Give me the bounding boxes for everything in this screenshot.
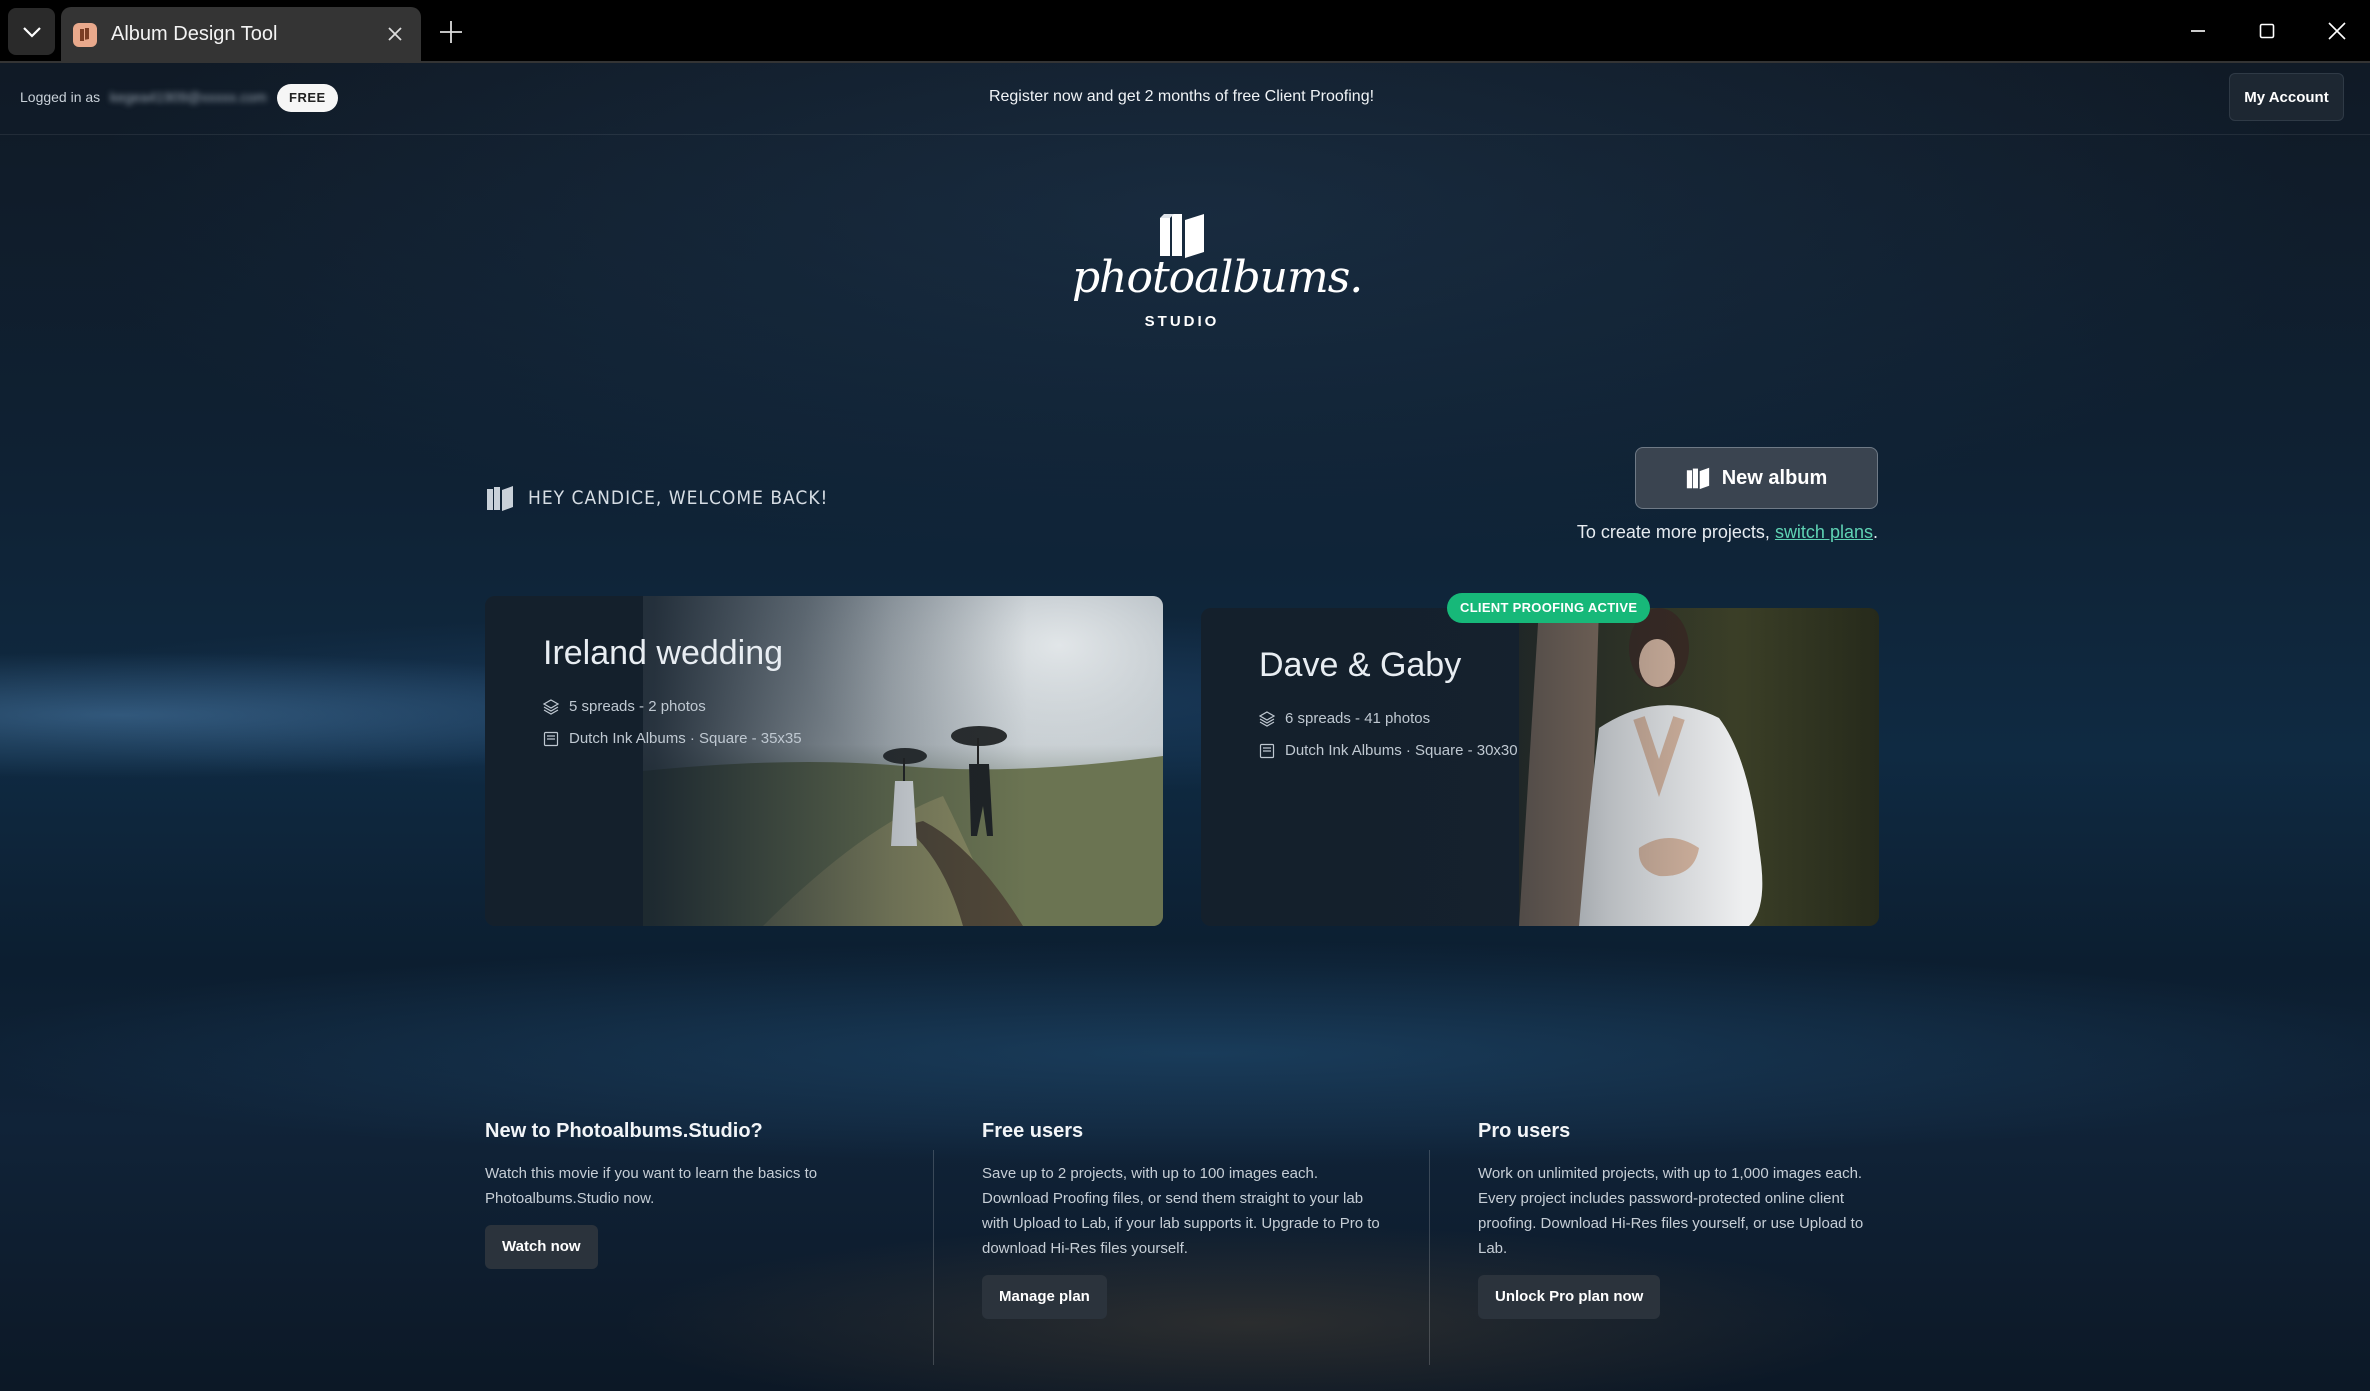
switch-plans-link[interactable]: switch plans — [1775, 522, 1873, 542]
album-spreads: 6 spreads - 41 photos — [1259, 710, 1430, 727]
album-product: Dutch Ink Albums · Square - 30x30 — [1259, 742, 1518, 759]
top-info-bar: Logged in as kegea41909@xxxxx.com FREE R… — [0, 63, 2370, 135]
layers-icon — [1259, 710, 1275, 727]
manage-plan-button[interactable]: Manage plan — [982, 1275, 1107, 1319]
books-icon — [1686, 467, 1709, 490]
album-product: Dutch Ink Albums · Square - 35x35 — [543, 730, 802, 747]
photoalbums-logo[interactable]: photoalbums. STUDIO — [1072, 210, 1363, 340]
info-column-pro: Pro users Work on unlimited projects, wi… — [1478, 1095, 1878, 1319]
minimize-icon[interactable] — [2183, 16, 2213, 46]
promo-banner[interactable]: Register now and get 2 months of free Cl… — [0, 88, 2363, 106]
info-title: Free users — [982, 1120, 1084, 1142]
app-favicon-icon — [73, 22, 97, 47]
maximize-icon[interactable] — [2252, 16, 2282, 46]
welcome-message: HEY CANDICE, WELCOME BACK! — [528, 487, 829, 509]
album-spreads-text: 6 spreads - 41 photos — [1285, 710, 1431, 727]
album-product-text: Dutch Ink Albums · Square - 35x35 — [569, 730, 802, 747]
my-account-button[interactable]: My Account — [2229, 73, 2344, 121]
client-proofing-badge: CLIENT PROOFING ACTIVE — [1447, 593, 1651, 623]
close-icon[interactable] — [383, 22, 407, 46]
album-title: Ireland wedding — [543, 634, 784, 672]
plus-icon[interactable] — [436, 17, 466, 47]
info-body: Save up to 2 projects, with up to 100 im… — [982, 1165, 1380, 1257]
unlock-pro-button[interactable]: Unlock Pro plan now — [1478, 1275, 1661, 1319]
tab-title: Album Design Tool — [111, 23, 278, 45]
switch-prefix: To create more projects, — [1576, 522, 1775, 542]
chevron-down-icon — [22, 26, 41, 38]
info-title: Pro users — [1478, 1120, 1571, 1142]
column-divider — [933, 1150, 934, 1365]
info-body: Work on unlimited projects, with up to 1… — [1478, 1165, 1864, 1257]
info-body: Watch this movie if you want to learn th… — [485, 1165, 818, 1207]
album-product-text: Dutch Ink Albums · Square - 30x30 — [1285, 742, 1518, 759]
info-title: New to Photoalbums.Studio? — [485, 1120, 763, 1142]
info-column-free: Free users Save up to 2 projects, with u… — [982, 1095, 1382, 1319]
new-album-button[interactable]: New album — [1635, 447, 1878, 509]
album-title: Dave & Gaby — [1259, 646, 1462, 684]
tab-menu-button[interactable] — [8, 8, 55, 55]
close-window-icon[interactable] — [2322, 16, 2352, 46]
logo-subtitle: STUDIO — [1144, 313, 1220, 330]
switch-suffix: . — [1872, 522, 1878, 542]
book-format-icon — [1259, 743, 1275, 758]
column-divider — [1429, 1150, 1430, 1365]
new-album-label: New album — [1721, 466, 1828, 489]
layers-icon — [543, 698, 559, 715]
app-page: Logged in as kegea41909@xxxxx.com FREE R… — [0, 63, 2370, 1391]
book-format-icon — [543, 731, 559, 746]
browser-tab[interactable]: Album Design Tool — [61, 7, 421, 62]
logo-wordmark: photoalbums. — [1072, 252, 1363, 303]
album-spreads-text: 5 spreads - 2 photos — [569, 698, 706, 715]
album-card-dave-gaby[interactable]: Dave & Gaby 6 spreads - 41 photos Dutch … — [1201, 608, 1879, 926]
books-icon — [487, 486, 513, 511]
browser-chrome: Album Design Tool — [0, 0, 2370, 63]
switch-plans-note: To create more projects, switch plans. — [1480, 522, 1878, 543]
info-column-new: New to Photoalbums.Studio? Watch this mo… — [485, 1095, 885, 1269]
album-spreads: 5 spreads - 2 photos — [543, 698, 706, 715]
watch-now-button[interactable]: Watch now — [485, 1225, 598, 1269]
album-card-ireland[interactable]: Ireland wedding 5 spreads - 2 photos Dut… — [485, 596, 1163, 926]
welcome-row: HEY CANDICE, WELCOME BACK! — [486, 484, 828, 512]
